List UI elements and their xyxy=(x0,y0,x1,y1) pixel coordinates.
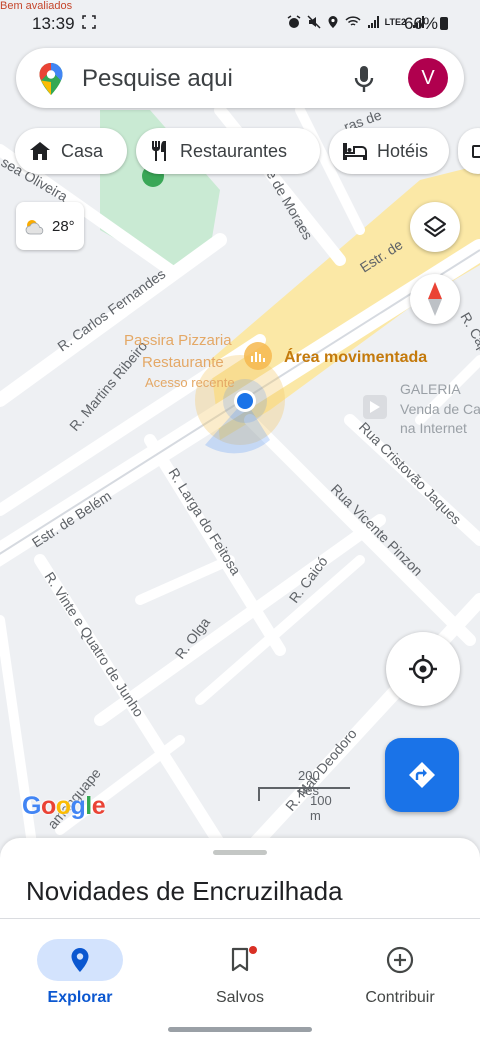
nav-contribuir-label: Contribuir xyxy=(365,989,435,1006)
nav-explorar[interactable]: Explorar xyxy=(0,939,160,1019)
status-bar: Bem avaliados 13:39 LTE2 66% xyxy=(0,0,480,46)
nav-salvos-label: Salvos xyxy=(215,989,265,1006)
directions-icon xyxy=(409,762,435,788)
chip-restaurantes[interactable]: Restaurantes xyxy=(136,128,320,174)
sheet-title: Novidades de Encruzilhada xyxy=(26,876,343,906)
chip-casa[interactable]: Casa xyxy=(15,128,127,174)
fork-knife-icon xyxy=(152,141,166,161)
busy-area-icon[interactable] xyxy=(244,342,272,370)
my-location-button[interactable] xyxy=(386,632,460,706)
my-location-dot[interactable] xyxy=(237,393,253,409)
label-galeria-sub1: Venda de Ca xyxy=(400,401,480,417)
nav-salvos-pill xyxy=(197,939,283,981)
location-status-icon xyxy=(328,16,338,28)
nav-contribuir[interactable]: Contribuir xyxy=(320,939,480,1019)
nav-explorar-pill xyxy=(37,939,123,981)
compass-button[interactable] xyxy=(410,274,460,324)
search-input[interactable]: Pesquise aqui xyxy=(82,65,233,93)
partial-chip-icon xyxy=(472,145,480,158)
mic-icon[interactable] xyxy=(353,65,375,93)
battery-percent: 66% xyxy=(403,14,438,33)
search-bar[interactable]: Pesquise aqui V xyxy=(16,48,464,108)
layers-button[interactable] xyxy=(410,202,460,252)
nav-salvos[interactable]: Salvos xyxy=(160,939,320,1019)
bookmark-icon xyxy=(231,947,249,972)
battery-icon xyxy=(440,17,448,30)
label-galeria[interactable]: GALERIA xyxy=(400,381,461,397)
scale-bar xyxy=(258,787,350,801)
label-pizzaria-type: Restaurante xyxy=(142,354,224,371)
network-label: LTE2 xyxy=(384,17,406,27)
avatar[interactable]: V xyxy=(408,58,448,98)
signal-icon-1 xyxy=(367,16,379,28)
bottom-sheet[interactable]: Novidades de Encruzilhada xyxy=(0,838,480,918)
compass-icon xyxy=(428,282,442,316)
chip-restaurantes-label: Restaurantes xyxy=(180,140,288,161)
label-pizzaria[interactable]: Passira Pizzaria xyxy=(124,332,232,349)
crosshair-icon xyxy=(409,655,437,683)
directions-button[interactable] xyxy=(385,738,459,812)
alarm-icon xyxy=(287,15,301,28)
label-galeria-sub2: na Internet xyxy=(400,420,467,436)
maps-logo-icon xyxy=(39,63,63,95)
nav-contribuir-pill xyxy=(357,939,443,981)
chip-hoteis[interactable]: Hotéis xyxy=(329,128,449,174)
top-note: Bem avaliados xyxy=(0,0,73,12)
weather-widget[interactable]: 28° xyxy=(16,202,84,250)
bed-icon xyxy=(343,143,367,160)
saved-notification-dot xyxy=(249,946,257,954)
label-pizzaria-note: Acesso recente xyxy=(145,375,235,390)
weather-temperature: 28° xyxy=(52,217,75,235)
gesture-bar xyxy=(168,1027,312,1032)
scale-meters: 100 m xyxy=(310,793,332,823)
nav-explorar-label: Explorar xyxy=(47,989,113,1006)
screen-record-icon xyxy=(82,15,96,29)
location-pin-icon xyxy=(71,948,89,972)
google-logo: Google xyxy=(22,792,106,820)
status-time: 13:39 xyxy=(32,14,75,33)
chip-hoteis-label: Hotéis xyxy=(377,140,429,161)
wifi-icon xyxy=(345,16,361,26)
partly-cloudy-icon xyxy=(25,220,44,235)
label-busy-area[interactable]: Área movimentada xyxy=(284,347,427,366)
sheet-drag-handle[interactable] xyxy=(213,850,267,855)
chip-casa-label: Casa xyxy=(61,140,104,161)
add-circle-icon xyxy=(386,946,414,974)
layers-icon xyxy=(424,216,446,237)
mute-icon xyxy=(307,15,321,29)
bottom-navigation: Explorar Salvos Contribuir xyxy=(0,918,480,1040)
home-icon xyxy=(30,142,50,160)
